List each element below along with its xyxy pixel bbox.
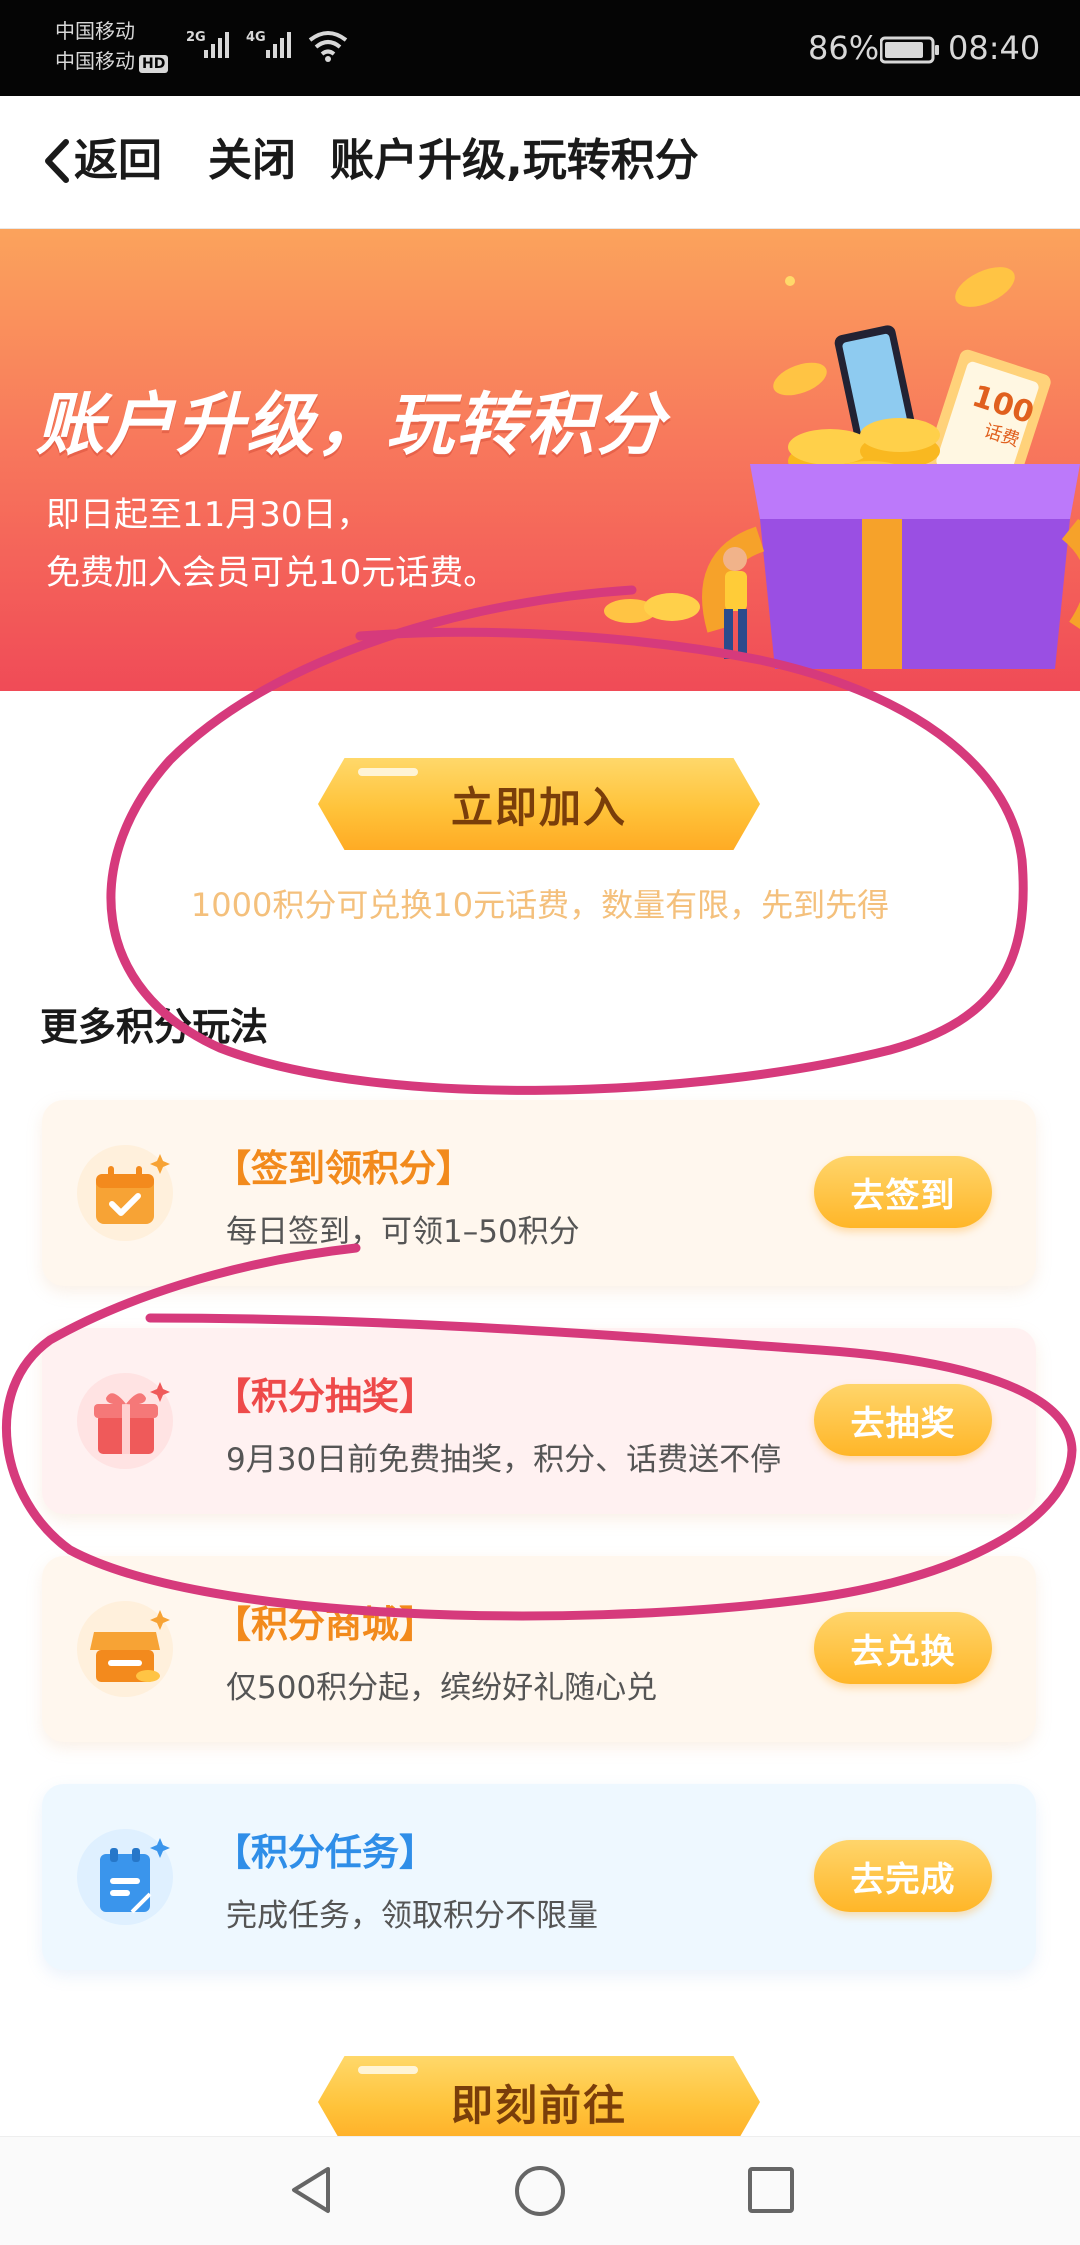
lottery-button[interactable]: 去抽奖 — [814, 1384, 992, 1456]
card-title-tasks: 【积分任务】 — [214, 1831, 436, 1874]
checkin-button[interactable]: 去签到 — [814, 1156, 992, 1228]
card-title-mall: 【积分商城】 — [214, 1603, 436, 1646]
banner-line-2: 免费加入会员可兑10元话费。 — [46, 553, 498, 593]
hd-badge: HD — [139, 55, 169, 73]
card-checkin[interactable]: 【签到领积分】 每日签到，可领1–50积分 去签到 — [42, 1100, 1036, 1286]
close-button[interactable]: 关闭 — [208, 136, 296, 186]
battery-icon — [880, 36, 939, 64]
gift-box-icon — [77, 1373, 173, 1469]
card-desc-checkin: 每日签到，可领1–50积分 — [226, 1214, 580, 1250]
wifi-icon — [308, 31, 348, 62]
nav-bar: 返回 关闭 账户升级,玩转积分 — [0, 96, 1080, 229]
go-now-button-wrapper[interactable]: 即刻前往 — [318, 2056, 760, 2148]
chevron-left-icon — [45, 139, 69, 183]
button-shine — [358, 2066, 418, 2074]
card-desc-lottery: 9月30日前免费抽奖，积分、话费送不停 — [226, 1442, 782, 1478]
network-type-2g: 2G — [186, 30, 206, 45]
clock: 08:40 — [948, 29, 1041, 67]
banner-line-1: 即日起至11月30日， — [46, 495, 371, 535]
nav-home-circle-icon[interactable] — [512, 2163, 568, 2219]
gift-box-illustration: 100 话费 — [604, 267, 1080, 669]
signal-icon-2 — [266, 32, 291, 58]
card-desc-tasks: 完成任务，领取积分不限量 — [226, 1898, 598, 1934]
card-mall[interactable]: 【积分商城】 仅500积分起，缤纷好礼随心兑 去兑换 — [42, 1556, 1036, 1742]
complete-button[interactable]: 去完成 — [814, 1840, 992, 1912]
join-note: 1000积分可兑换10元话费，数量有限，先到先得 — [190, 886, 890, 924]
shop-icon — [77, 1601, 173, 1697]
card-title-checkin: 【签到领积分】 — [214, 1147, 473, 1190]
promo-banner: 账户升级，玩转积分 即日起至11月30日， 免费加入会员可兑10元话费。 100… — [0, 229, 1080, 691]
nav-recents-square-icon[interactable] — [744, 2163, 798, 2217]
back-button[interactable]: 返回 — [40, 136, 162, 186]
page-title: 账户升级,玩转积分 — [330, 135, 699, 186]
card-lottery[interactable]: 【积分抽奖】 9月30日前免费抽奖，积分、话费送不停 去抽奖 — [42, 1328, 1036, 1514]
network-type-4g: 4G — [246, 30, 266, 45]
card-title-lottery: 【积分抽奖】 — [214, 1375, 436, 1418]
join-now-button-wrapper[interactable]: 立即加入 — [318, 758, 760, 850]
task-clipboard-icon — [77, 1829, 173, 1925]
carrier-name-1: 中国移动 — [55, 19, 135, 43]
more-points-section-title: 更多积分玩法 — [40, 1005, 269, 1049]
button-shine — [358, 768, 418, 776]
exchange-button[interactable]: 去兑换 — [814, 1612, 992, 1684]
banner-headline: 账户升级，玩转积分 — [36, 386, 667, 465]
battery-percent: 86% — [808, 29, 880, 67]
card-tasks[interactable]: 【积分任务】 完成任务，领取积分不限量 去完成 — [42, 1784, 1036, 1970]
carrier-name-2: 中国移动 HD — [55, 50, 169, 73]
signal-icon-1 — [204, 32, 229, 58]
back-label: 返回 — [74, 135, 162, 186]
status-bar: 中国移动 中国移动 HD 2G 4G 86% 08:40 — [0, 0, 1080, 96]
system-navigation-bar — [0, 2136, 1080, 2245]
nav-back-triangle-icon[interactable] — [284, 2163, 338, 2217]
card-desc-mall: 仅500积分起，缤纷好礼随心兑 — [226, 1670, 658, 1706]
calendar-check-icon — [77, 1145, 173, 1241]
